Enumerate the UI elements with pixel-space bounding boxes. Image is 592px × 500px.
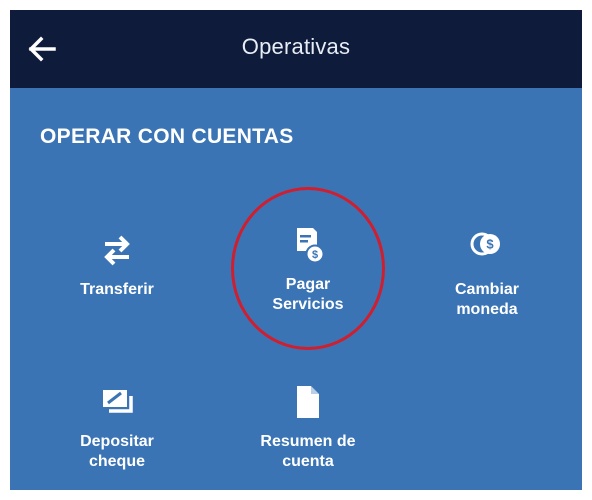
- resumen-cuenta-button[interactable]: Resumen de cuenta: [233, 382, 383, 472]
- operativas-screen: Operativas OPERAR CON CUENTAS Transferir…: [10, 10, 582, 490]
- resumen-cuenta-label: Resumen de cuenta: [260, 433, 356, 470]
- cambiar-moneda-label: Cambiar moneda: [454, 281, 520, 318]
- svg-text:$: $: [312, 249, 318, 261]
- transferir-label: Transferir: [80, 281, 154, 298]
- bill-dollar-icon: $: [288, 225, 328, 265]
- top-bar: Operativas: [10, 10, 582, 88]
- page-title: Operativas: [241, 34, 351, 59]
- pagar-servicios-label: Pagar Servicios: [272, 276, 344, 313]
- pagar-servicios-button[interactable]: $ Pagar Servicios: [233, 225, 383, 315]
- check-deposit-icon: [97, 382, 137, 422]
- section-title: OPERAR CON CUENTAS: [40, 125, 294, 148]
- depositar-cheque-button[interactable]: Depositar cheque: [42, 382, 192, 472]
- svg-text:$: $: [486, 237, 494, 252]
- transfer-arrows-icon: [97, 230, 137, 270]
- currency-exchange-icon: $: [467, 230, 507, 270]
- cambiar-moneda-button[interactable]: $ Cambiar moneda: [412, 230, 562, 320]
- transferir-button[interactable]: Transferir: [42, 230, 192, 300]
- document-icon: [288, 382, 328, 422]
- depositar-cheque-label: Depositar cheque: [80, 433, 154, 470]
